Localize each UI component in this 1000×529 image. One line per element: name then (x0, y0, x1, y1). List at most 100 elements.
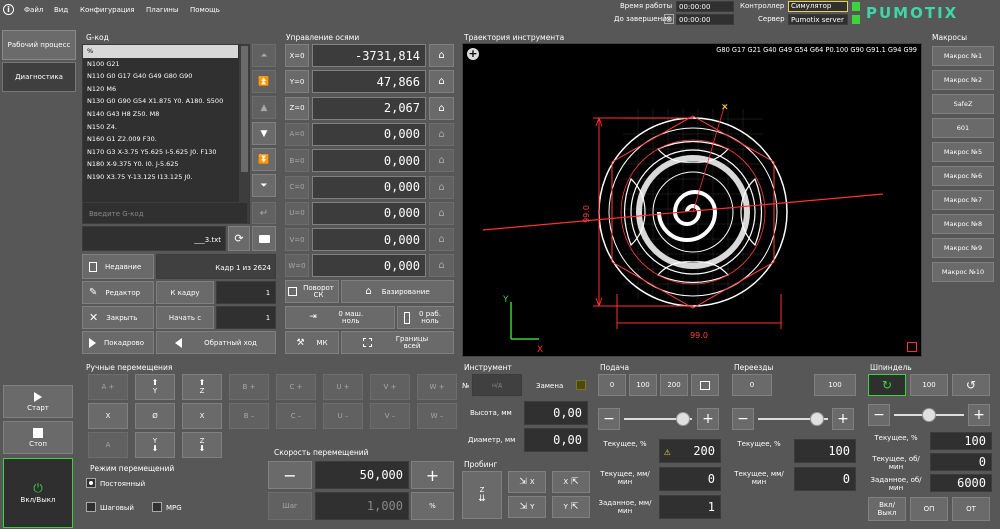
gcode-input[interactable]: Введите G-код (82, 202, 248, 224)
axis-zero-button[interactable]: B=0 (285, 149, 309, 173)
editor-button[interactable]: ✎ Редактор (82, 281, 154, 304)
rapid-0-button[interactable]: 0 (732, 374, 772, 396)
probe-x-minus-button[interactable]: X ⇱ (552, 471, 590, 493)
jog-axis-minus-button[interactable]: B – (229, 403, 269, 429)
macro-button[interactable]: Макрос №9 (932, 238, 994, 258)
gcode-line[interactable]: N190 X3.75 Y-13.125 I13.125 J0. (83, 171, 238, 184)
spindle-slider-thumb[interactable] (922, 408, 936, 422)
macro-button[interactable]: Макрос №2 (932, 70, 994, 90)
jog-axis-plus-button[interactable]: U + (323, 374, 363, 400)
power-button[interactable]: ⏻ Вкл/Выкл (3, 458, 73, 528)
bounds-button[interactable]: Границы всей (341, 331, 454, 354)
axis-value[interactable]: 0,000 (312, 175, 426, 199)
menu-view[interactable]: Вид (54, 6, 68, 14)
gcode-line[interactable]: % (83, 45, 238, 58)
spindle-100-button[interactable]: 100 (910, 374, 948, 396)
menu-file[interactable]: Файл (24, 6, 43, 14)
macro-button[interactable]: Макрос №1 (932, 46, 994, 66)
jog-y-plus-button[interactable]: ⬆ Y (135, 374, 175, 400)
gcode-line[interactable]: N130 G0 G90 G54 X1.875 Y0. A180. S500 (83, 95, 238, 108)
axis-home-button[interactable]: ⌂ (429, 96, 454, 120)
axis-value[interactable]: 0,000 (312, 122, 426, 146)
jog-z-plus-button[interactable]: ⬆ Z (182, 374, 222, 400)
percent-button[interactable]: % (411, 492, 454, 520)
controller-value[interactable]: Симулятор (788, 1, 848, 12)
axis-value[interactable]: 47,866 (312, 70, 426, 94)
gcode-listing[interactable]: % N100 G21 N110 G0 G17 G40 G49 G80 G90 N120… (82, 44, 250, 224)
macro-button[interactable]: Макрос №10 (932, 262, 994, 282)
menu-plugins[interactable]: Плагины (146, 6, 178, 14)
axis-value[interactable]: 0,000 (312, 228, 426, 252)
line-up-button[interactable]: ▲ (252, 96, 276, 119)
axis-zero-button[interactable]: U=0 (285, 201, 309, 225)
jog-a-minus-button[interactable]: A (88, 432, 128, 458)
reverse-button[interactable]: Обратный ход (156, 331, 276, 354)
page-up-button[interactable]: ⏫ (252, 70, 276, 93)
jog-axis-plus-button[interactable]: V + (370, 374, 410, 400)
reload-button[interactable]: ⟳ (228, 226, 250, 251)
tool-num-input[interactable]: н/д (472, 374, 522, 396)
recent-button[interactable]: Недавние (82, 254, 154, 279)
axis-value[interactable]: 0,000 (312, 201, 426, 225)
jog-a-plus-button[interactable]: A + (88, 374, 128, 400)
to-frame-button[interactable]: К кадру (156, 281, 214, 304)
jog-axis-plus-button[interactable]: W + (417, 374, 457, 400)
feed-200-button[interactable]: 200 (660, 374, 688, 396)
gcode-line[interactable]: N110 G0 G17 G40 G49 G80 G90 (83, 70, 238, 83)
nav-work-process[interactable]: Рабочий процесс (2, 30, 76, 60)
gcode-line[interactable]: N150 Z4. (83, 121, 238, 134)
mode-step-checkbox[interactable] (86, 502, 96, 512)
spindle-onoff-button[interactable]: Вкл/Выкл (868, 497, 906, 521)
spindle-slider[interactable] (894, 408, 964, 422)
fit-view-icon[interactable] (907, 342, 917, 352)
jog-axis-minus-button[interactable]: U – (323, 403, 363, 429)
menu-config[interactable]: Конфигурация (80, 6, 134, 14)
mode-mpg-checkbox[interactable] (152, 502, 162, 512)
start-from-button[interactable]: Начать с (156, 306, 214, 329)
feed-minus-button[interactable]: − (598, 408, 620, 430)
menu-help[interactable]: Помощь (190, 6, 220, 14)
macro-button[interactable]: Макрос №8 (932, 214, 994, 234)
gcode-line[interactable]: N180 X-9.375 Y0. I0. J-5.625 (83, 158, 238, 171)
scroll-thumb[interactable] (241, 46, 248, 172)
axis-zero-button[interactable]: C=0 (285, 175, 309, 199)
speed-minus-button[interactable]: − (268, 461, 312, 489)
probe-x-plus-button[interactable]: ⇲ X (508, 471, 546, 493)
line-down-button[interactable]: ▼ (252, 122, 276, 145)
gcode-scrollbar[interactable] (239, 45, 249, 223)
speed-value[interactable]: 50,000 (315, 461, 409, 489)
step-mode-button[interactable]: Покадрово (82, 331, 154, 354)
spindle-op-button[interactable]: ОП (910, 497, 948, 521)
gcode-line[interactable]: N170 G3 X-3.75 Y5.625 I-5.625 J0. F130 (83, 146, 238, 159)
spindle-minus-button[interactable]: − (868, 404, 890, 426)
axis-home-button[interactable]: ⌂ (429, 149, 454, 173)
feed-preset-button[interactable] (691, 374, 719, 396)
rotate-sk-button[interactable]: Поворот СК (285, 280, 339, 303)
stop-button[interactable]: Стоп (3, 421, 73, 454)
axis-home-button[interactable]: ⌂ (429, 228, 454, 252)
start-from-input[interactable]: 1 (216, 306, 276, 329)
axis-zero-button[interactable]: W=0 (285, 254, 309, 278)
jog-x-minus-button[interactable]: X (88, 403, 128, 429)
axis-zero-button[interactable]: A=0 (285, 122, 309, 146)
axis-home-button[interactable]: ⌂ (429, 175, 454, 199)
jog-axis-minus-button[interactable]: V – (370, 403, 410, 429)
gcode-line[interactable]: N160 G1 Z2.009 F30. (83, 133, 238, 146)
probe-y-minus-button[interactable]: Y ⇱ (552, 496, 590, 518)
feed-slider-thumb[interactable] (676, 412, 690, 426)
scroll-bottom-button[interactable]: ⏷ (252, 174, 276, 197)
jog-axis-plus-button[interactable]: C + (276, 374, 316, 400)
jog-z-minus-button[interactable]: Z ⬇ (182, 432, 222, 458)
feed-slider[interactable] (624, 412, 692, 426)
feed-100-button[interactable]: 100 (629, 374, 657, 396)
jog-axis-plus-button[interactable]: B + (229, 374, 269, 400)
start-button[interactable]: Старт (3, 385, 73, 418)
jog-x-plus-button[interactable]: X (182, 403, 222, 429)
spindle-ot-button[interactable]: ОТ (952, 497, 990, 521)
feed-plus-button[interactable]: + (697, 408, 719, 430)
axis-home-button[interactable]: ⌂ (429, 44, 454, 67)
to-frame-input[interactable]: 1 (216, 281, 276, 304)
macro-button[interactable]: Макрос №5 (932, 142, 994, 162)
gcode-line[interactable]: N140 G43 H8 Z50. M8 (83, 108, 238, 121)
axis-value[interactable]: 0,000 (312, 254, 426, 278)
